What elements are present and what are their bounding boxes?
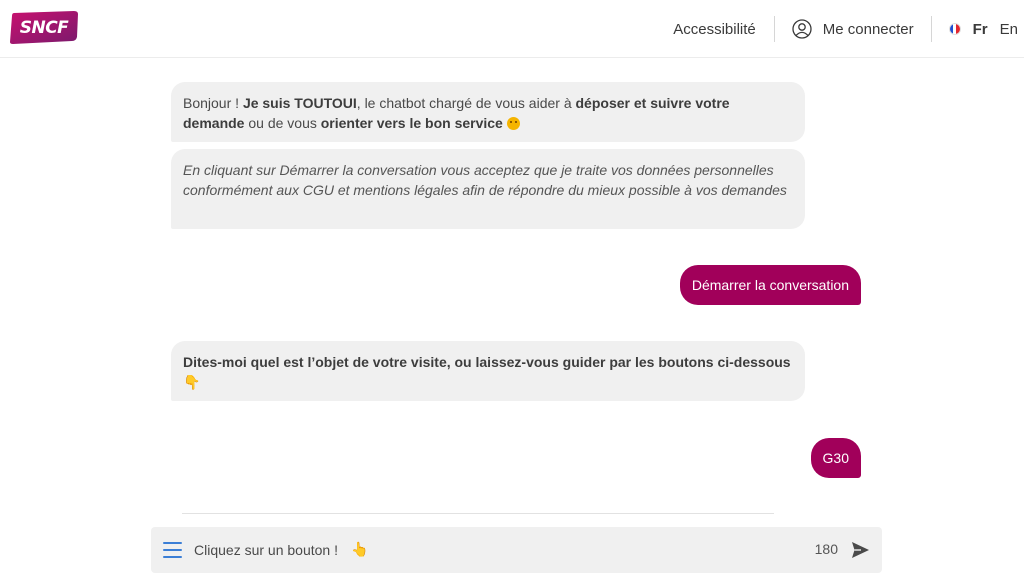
logo-text: SNCF: [19, 18, 69, 38]
bot-message-welcome: Bonjour ! Je suis TOUTOUI, le chatbot ch…: [171, 82, 805, 142]
message-composer: 👆 180: [151, 527, 882, 573]
user-msg-text: G30: [822, 450, 849, 466]
login-label: Me connecter: [822, 20, 914, 38]
msg-text: , le chatbot chargé de vous aider à: [356, 95, 576, 111]
chat-divider: [182, 513, 774, 514]
bot-message-prompt: Dites-moi quel est l’objet de votre visi…: [171, 341, 805, 401]
user-message-g30: G30: [810, 438, 861, 478]
user-icon: [792, 19, 812, 39]
language-switcher: Fr En: [932, 21, 1024, 38]
bot-message-consent: En cliquant sur Démarrer la conversation…: [171, 149, 805, 229]
char-counter: 180: [814, 541, 838, 557]
user-message-start: Démarrer la conversation: [679, 265, 861, 305]
menu-icon[interactable]: [163, 542, 182, 558]
login-button[interactable]: Me connecter: [775, 19, 931, 39]
consent-text: En cliquant sur Démarrer la conversation…: [183, 162, 787, 198]
message-input[interactable]: [194, 538, 754, 562]
prompt-text: Dites-moi quel est l’objet de votre visi…: [183, 354, 791, 370]
header: SNCF Accessibilité Me connecter Fr En: [0, 0, 1024, 58]
top-nav: Accessibilité Me connecter Fr En: [655, 0, 1024, 58]
user-msg-text: Démarrer la conversation: [691, 277, 849, 293]
msg-bold: Je suis TOUTOUI: [242, 95, 357, 111]
msg-bold: orienter vers le bon service: [320, 115, 503, 131]
smile-emoji-icon: [506, 117, 520, 130]
lang-fr-link[interactable]: Fr: [973, 21, 988, 38]
hand-down-icon: 👇: [183, 374, 201, 390]
msg-text: ou de vous: [244, 115, 321, 131]
msg-text: Bonjour !: [183, 95, 243, 111]
lang-en-link[interactable]: En: [1000, 21, 1018, 38]
sncf-logo[interactable]: SNCF: [8, 9, 80, 47]
send-icon[interactable]: [851, 541, 870, 559]
accessibility-link[interactable]: Accessibilité: [655, 21, 774, 38]
flag-fr-icon: [948, 23, 961, 35]
hand-up-icon: 👆: [351, 541, 369, 557]
